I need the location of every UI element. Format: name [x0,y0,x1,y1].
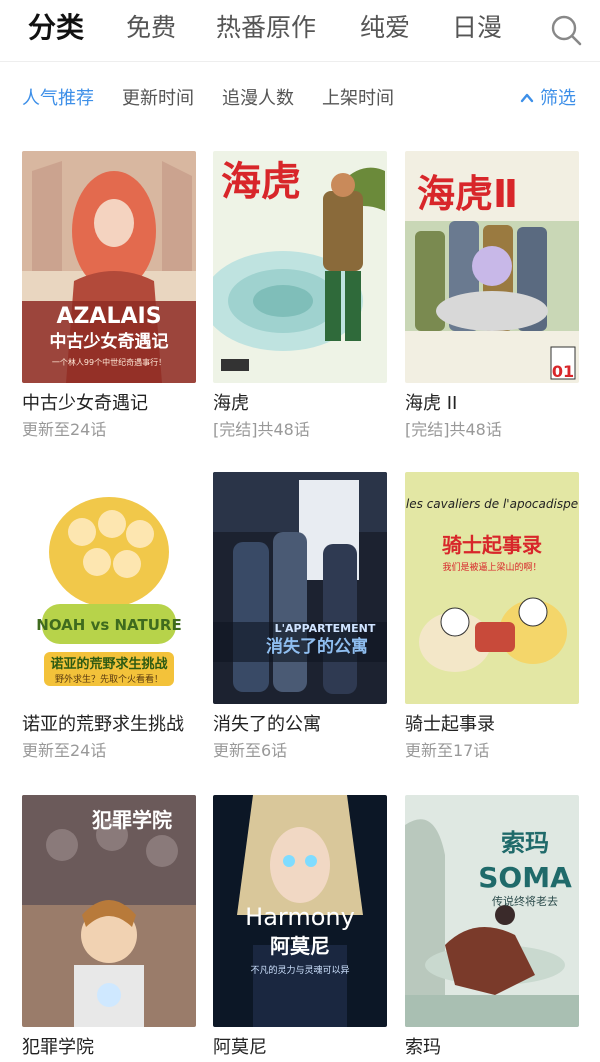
comic-title[interactable]: 骑士起事录 [405,712,595,738]
cover-title: AZALAIS [56,304,161,329]
cover-tagline: 我们是被逼上梁山的啊！ [442,561,541,573]
search-button[interactable] [548,12,584,48]
cover-title: 海虎 [221,159,301,205]
tab-hot-originals[interactable]: 热番原作 [216,8,316,48]
comic-cover[interactable]: les cavaliers de l'apocadispe 骑士起事录 我们是被… [405,472,579,704]
sort-popular[interactable]: 人气推荐 [22,86,94,112]
comic-title[interactable]: 海虎 II [405,391,595,417]
comic-status: [完结]共48话 [405,420,502,439]
comic-title[interactable]: 犯罪学院 [22,1035,212,1061]
comic-status: [完结]共48话 [213,420,310,439]
cover-title: Harmony [245,903,355,931]
comic-title[interactable]: 阿莫尼 [213,1035,403,1061]
comic-cover[interactable]: 海虎 [213,151,387,383]
cover-badge: 01 [552,362,574,381]
comic-title[interactable]: 海虎 [213,391,403,417]
comic-title[interactable]: 索玛 [405,1035,595,1061]
sort-bar: 人气推荐 更新时间 追漫人数 上架时间 筛选 [0,62,600,134]
comic-title[interactable]: 中古少女奇遇记 [22,391,212,417]
comic-cover[interactable]: NOAH vs NATURE 诺亚的荒野求生挑战 野外求生？先取个火看看！ [22,472,196,704]
comic-cover[interactable]: 海虎Ⅱ 01 [405,151,579,383]
cover-subtitle: 中古少女奇遇记 [50,331,169,352]
comic-cover[interactable]: L'APPARTEMENT 消失了的公寓 [213,472,387,704]
cover-subtitle: SOMA [478,861,572,894]
cover-tagline: 不凡的灵力与灵魂可以异 [250,964,349,976]
cover-title: L'APPARTEMENT [275,622,376,635]
cover-title: 犯罪学院 [91,808,172,832]
sort-followers[interactable]: 追漫人数 [222,86,294,112]
cover-subtitle: 诺亚的荒野求生挑战 [50,656,167,672]
cover-title: NOAH vs NATURE [36,616,181,634]
filter-button[interactable]: 筛选 [520,86,576,112]
comic-cover[interactable]: Harmony 阿莫尼 不凡的灵力与灵魂可以异 [213,795,387,1027]
filter-label: 筛选 [540,88,576,109]
comic-cover[interactable]: AZALAIS 中古少女奇遇记 一个林人99个中世纪奇遇事行！ [22,151,196,383]
cover-subtitle: 消失了的公寓 [266,636,368,657]
comic-status: 更新至24话 [22,420,107,439]
sort-update-time[interactable]: 更新时间 [122,86,194,112]
tab-pure-love[interactable]: 纯爱 [360,8,410,48]
tab-japanese-manga[interactable]: 日漫 [452,8,502,48]
sort-release-time[interactable]: 上架时间 [322,86,394,112]
top-tab-bar: 分类 免费 热番原作 纯爱 日漫 [0,0,600,62]
cover-title: les cavaliers de l'apocadispe [406,497,578,511]
comic-cover[interactable]: 犯罪学院 [22,795,196,1027]
cover-title: 海虎Ⅱ [417,172,518,216]
cover-title: 索玛 [501,829,549,857]
tab-free[interactable]: 免费 [126,8,176,48]
comic-cover[interactable]: 索玛 SOMA 传说终将老去 [405,795,579,1027]
cover-tagline: 传说终将老去 [492,894,558,908]
cover-tagline: 一个林人99个中世纪奇遇事行！ [52,357,166,367]
comic-status: 更新至6话 [213,741,288,760]
comic-status: 更新至24话 [22,741,107,760]
comic-title[interactable]: 诺亚的荒野求生挑战 [22,712,212,738]
comic-status: 更新至17话 [405,741,490,760]
search-icon [551,15,582,46]
cover-subtitle: 骑士起事录 [442,533,542,557]
cover-tagline: 野外求生？先取个火看看！ [55,673,163,685]
chevron-up-icon [520,93,534,102]
tab-category[interactable]: 分类 [28,8,84,48]
comic-title[interactable]: 消失了的公寓 [213,712,403,738]
cover-subtitle: 阿莫尼 [270,934,330,958]
